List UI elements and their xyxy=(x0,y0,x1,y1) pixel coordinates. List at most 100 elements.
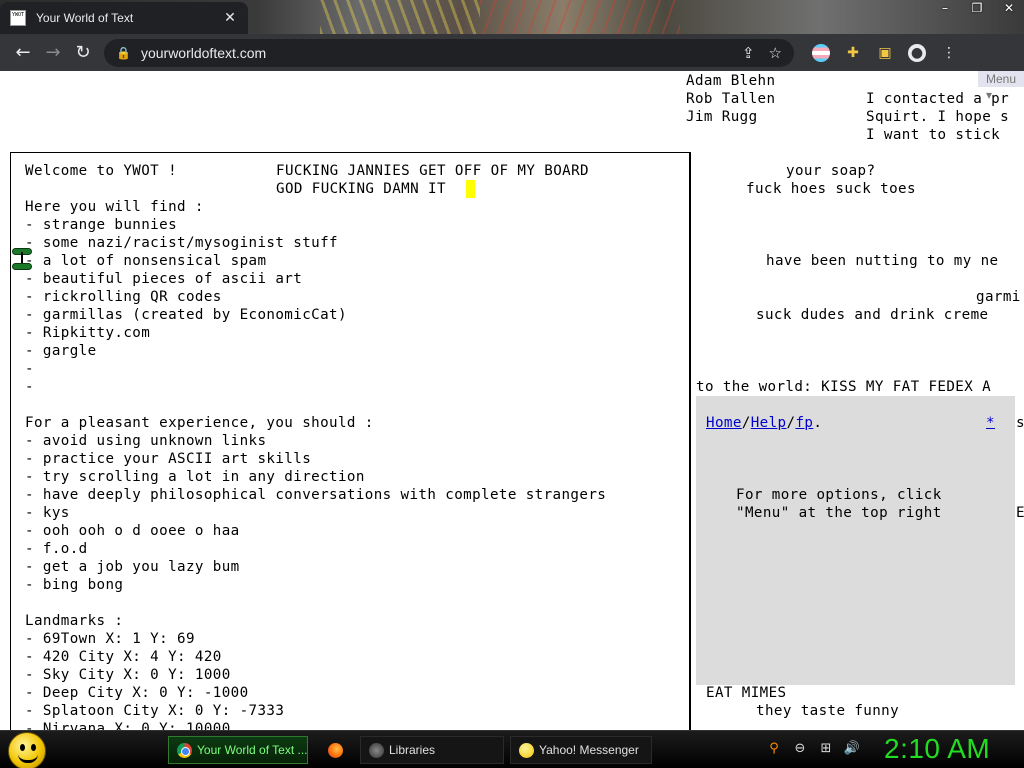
welcome-heading: Welcome to YWOT ! xyxy=(25,163,178,179)
text-cursor xyxy=(466,180,475,198)
more-options-line-2: "Menu" at the top right xyxy=(736,505,942,521)
taskbar-yahoo-messenger[interactable]: Yahoo! Messenger xyxy=(510,736,652,764)
list-item: - garmillas (created by EconomicCat) xyxy=(25,307,347,323)
taskbar-firefox[interactable] xyxy=(320,736,356,764)
back-button[interactable]: ← xyxy=(8,38,38,68)
close-window-button[interactable]: ✕ xyxy=(1000,0,1018,16)
list-item: - ooh ooh o d ooee o haa xyxy=(25,523,240,539)
minimize-button[interactable]: – xyxy=(936,0,954,16)
reload-button[interactable]: ↻ xyxy=(68,38,98,68)
list-item: - xyxy=(25,361,34,377)
browser-toolbar: ← → ↻ 🔒 yourworldoftext.com ⇪ ☆ ✚ ▣ ● ⋮ xyxy=(0,34,1024,71)
fp-link[interactable]: fp xyxy=(795,415,813,431)
creme-text: suck dudes and drink creme xyxy=(756,307,989,323)
taskbar-libraries[interactable]: Libraries xyxy=(360,736,504,764)
edge-char: E xyxy=(1016,505,1024,521)
star-link[interactable]: * xyxy=(986,414,995,432)
link-separator: / xyxy=(741,415,751,431)
maximize-button[interactable]: ❐ xyxy=(968,0,986,16)
list-item: - 69Town X: 1 Y: 69 xyxy=(25,631,195,647)
taskbar-chrome-window[interactable]: Your World of Text ... xyxy=(168,736,308,764)
wallpaper-paint-decoration xyxy=(480,0,680,34)
help-link[interactable]: Help xyxy=(751,415,787,431)
list-item: - get a job you lazy bum xyxy=(25,559,240,575)
names-line-3: Jim Rugg xyxy=(686,109,758,125)
contact-line-2: Squirt. I hope s xyxy=(866,109,1010,125)
list-item: - 420 City X: 4 Y: 420 xyxy=(25,649,222,665)
taskbar: Your World of Text ... Libraries Yahoo! … xyxy=(0,730,1024,768)
arrow-left-icon: ← xyxy=(15,42,31,63)
list-item: - gargle xyxy=(25,343,97,359)
list-item: - a lot of nonsensical spam xyxy=(25,253,267,269)
garmi-text: garmi xyxy=(976,289,1021,305)
list-item: - rickrolling QR codes xyxy=(25,289,222,305)
taste-funny-text: they taste funny xyxy=(756,703,900,719)
list-item: - kys xyxy=(25,505,70,521)
smiley-eyes xyxy=(19,744,37,751)
names-line-2: Rob Tallen xyxy=(686,91,776,107)
more-options-line-1: For more options, click xyxy=(736,487,942,503)
tab-title: Your World of Text xyxy=(36,11,134,25)
volume-icon[interactable]: 🔊 xyxy=(844,740,860,756)
taskbar-label: Your World of Text ... xyxy=(197,743,308,757)
bookmark-star-icon[interactable]: ☆ xyxy=(769,44,782,62)
network-icon[interactable]: ⊞ xyxy=(818,740,834,756)
wallpaper-paint-decoration xyxy=(320,0,480,34)
fedex-text: to the world: KISS MY FAT FEDEX A xyxy=(696,379,992,395)
edge-char: s xyxy=(1016,415,1024,431)
list-item: - Sky City X: 0 Y: 1000 xyxy=(25,667,231,683)
extension-icons: ✚ ▣ ● ⋮ xyxy=(812,43,958,62)
list-item: - beautiful pieces of ascii art xyxy=(25,271,303,287)
side-panel-icon[interactable]: ▣ xyxy=(876,44,894,62)
drag-handle-bottom xyxy=(12,263,32,270)
taskbar-label: Libraries xyxy=(389,743,436,757)
start-smiley-icon[interactable] xyxy=(8,732,46,768)
soap-text: your soap? xyxy=(786,163,876,179)
list-item: - strange bunnies xyxy=(25,217,178,233)
url-text: yourworldoftext.com xyxy=(140,44,267,61)
libraries-icon xyxy=(369,742,384,758)
angry-text-line-2: GOD FUCKING DAMN IT xyxy=(276,181,446,197)
search-icon[interactable]: ⚲ xyxy=(766,740,782,756)
help-panel xyxy=(696,396,1015,685)
clock[interactable]: 2:10 AM xyxy=(884,733,990,765)
link-period: . xyxy=(813,415,823,431)
list-item: - avoid using unknown links xyxy=(25,433,267,449)
box-border-segment xyxy=(689,171,691,730)
pleasant-intro: For a pleasant experience, you should : xyxy=(25,415,374,431)
list-item: - Splatoon City X: 0 Y: -7333 xyxy=(25,703,285,719)
nav-links: Home/Help/fp. xyxy=(706,414,822,432)
smiley-mouth xyxy=(18,754,38,763)
trans-flag-extension-icon[interactable] xyxy=(812,43,830,62)
world-canvas[interactable]: Menu ▾ Adam Blehn Rob Tallen Jim Rugg I … xyxy=(0,71,1024,730)
menu-button[interactable]: Menu ▾ xyxy=(978,71,1024,102)
list-item: - have deeply philosophical conversation… xyxy=(25,487,607,503)
list-item: - practice your ASCII art skills xyxy=(25,451,312,467)
profile-avatar-icon[interactable]: ● xyxy=(908,43,926,62)
forward-button[interactable]: → xyxy=(38,38,68,68)
chrome-icon xyxy=(177,742,192,758)
names-line-1: Adam Blehn xyxy=(686,73,776,89)
extensions-puzzle-icon[interactable]: ✚ xyxy=(844,44,862,62)
ywot-favicon-icon: YWOT xyxy=(10,10,26,26)
contact-line-3: I want to stick xyxy=(866,127,1001,143)
home-link[interactable]: Home xyxy=(706,415,742,431)
list-item: - Nirvana X: 0 Y: 10000 xyxy=(25,721,231,730)
share-icon[interactable]: ⇪ xyxy=(742,44,755,62)
contact-line-1: I contacted a pr xyxy=(866,91,1010,107)
nutting-text: have been nutting to my ne xyxy=(766,253,999,269)
yahoo-messenger-icon xyxy=(519,742,534,758)
list-item: - try scrolling a lot in any direction xyxy=(25,469,365,485)
tab-close-icon[interactable]: ✕ xyxy=(222,10,238,26)
list-item: - some nazi/racist/mysoginist stuff xyxy=(25,235,338,251)
find-intro: Here you will find : xyxy=(25,199,204,215)
list-item: - xyxy=(25,379,34,395)
arrow-right-icon: → xyxy=(45,42,61,63)
more-menu-icon[interactable]: ⋮ xyxy=(940,44,958,62)
list-item: - bing bong xyxy=(25,577,124,593)
tab-your-world-of-text[interactable]: YWOT Your World of Text ✕ xyxy=(0,2,248,34)
drag-handle-icon[interactable] xyxy=(12,248,32,272)
minus-circle-icon[interactable]: ⊖ xyxy=(792,740,808,756)
list-item: - Ripkitty.com xyxy=(25,325,151,341)
address-bar[interactable]: 🔒 yourworldoftext.com ⇪ ☆ xyxy=(104,38,794,67)
